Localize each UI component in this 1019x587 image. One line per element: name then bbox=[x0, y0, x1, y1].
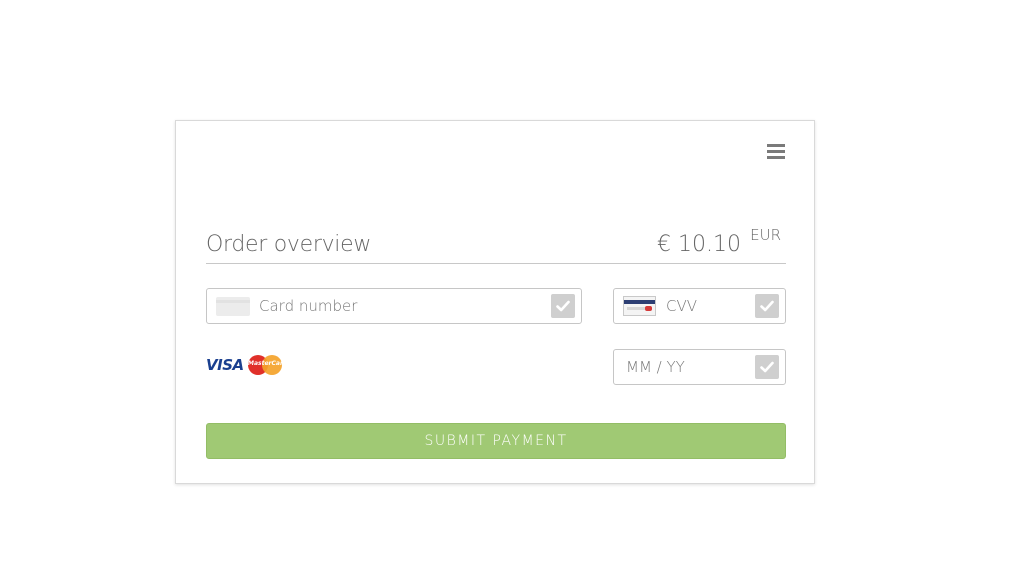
card-number-field bbox=[206, 288, 582, 324]
card-brands: VISA MasterCard bbox=[206, 354, 288, 376]
submit-payment-button[interactable]: SUBMIT PAYMENT bbox=[206, 423, 786, 459]
payment-card: Order overview € 10.10 EUR VISA MasterCa… bbox=[175, 120, 815, 484]
order-currency: EUR bbox=[750, 226, 781, 244]
order-amount: € 10.10 bbox=[657, 232, 741, 257]
mastercard-logo: MasterCard bbox=[248, 354, 288, 376]
checkmark-icon bbox=[551, 294, 575, 318]
card-number-input[interactable] bbox=[259, 289, 539, 323]
cvv-field bbox=[613, 288, 786, 324]
checkmark-icon bbox=[755, 355, 779, 379]
mastercard-label: MasterCard bbox=[248, 360, 288, 367]
visa-logo: VISA bbox=[206, 356, 244, 374]
order-overview-row: Order overview € 10.10 EUR bbox=[206, 226, 786, 264]
order-title: Order overview bbox=[206, 232, 372, 257]
cvv-input[interactable] bbox=[666, 289, 746, 323]
hamburger-menu-icon[interactable] bbox=[767, 144, 785, 160]
checkmark-icon bbox=[755, 294, 779, 318]
expiry-field bbox=[613, 349, 786, 385]
card-back-icon bbox=[623, 296, 656, 316]
credit-card-icon bbox=[216, 297, 250, 316]
expiry-input[interactable] bbox=[626, 350, 746, 384]
